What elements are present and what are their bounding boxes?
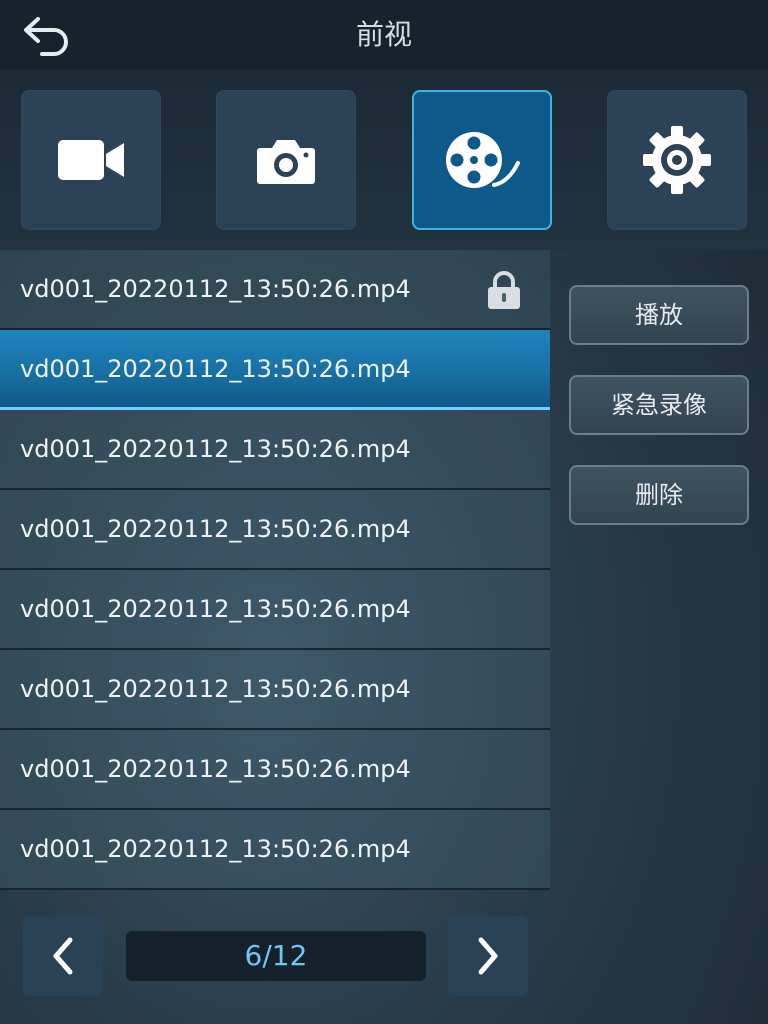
chevron-left-icon: [53, 937, 73, 975]
back-arrow-icon: [24, 17, 68, 56]
chevron-right-icon: [478, 937, 498, 975]
mode-playback-button[interactable]: [412, 90, 552, 230]
gear-icon: [643, 126, 711, 194]
pagination: 6/12: [0, 890, 768, 1024]
play-button[interactable]: 播放: [569, 285, 749, 345]
mode-bar: [0, 70, 768, 250]
action-panel: 播放 紧急录像 删除: [569, 285, 749, 555]
back-button[interactable]: [18, 12, 74, 58]
page-indicator: 6/12: [126, 931, 426, 981]
video-camera-icon: [58, 140, 124, 180]
file-row[interactable]: vd001_20220112_13:50:26.mp4: [0, 410, 550, 490]
next-page-button[interactable]: [448, 916, 528, 996]
file-name: vd001_20220112_13:50:26.mp4: [20, 515, 411, 543]
file-row[interactable]: vd001_20220112_13:50:26.mp4: [0, 490, 550, 570]
file-row[interactable]: vd001_20220112_13:50:26.mp4: [0, 650, 550, 730]
file-row-selected[interactable]: vd001_20220112_13:50:26.mp4: [0, 330, 550, 410]
film-reel-icon: [446, 132, 520, 188]
file-row[interactable]: vd001_20220112_13:50:26.mp4: [0, 810, 550, 890]
file-name: vd001_20220112_13:50:26.mp4: [20, 755, 411, 783]
file-name: vd001_20220112_13:50:26.mp4: [20, 595, 411, 623]
prev-page-button[interactable]: [23, 916, 103, 996]
file-row[interactable]: vd001_20220112_13:50:26.mp4: [0, 250, 550, 330]
emergency-record-button[interactable]: 紧急录像: [569, 375, 749, 435]
file-name: vd001_20220112_13:50:26.mp4: [20, 354, 411, 383]
file-name: vd001_20220112_13:50:26.mp4: [20, 835, 411, 863]
file-row[interactable]: vd001_20220112_13:50:26.mp4: [0, 570, 550, 650]
lock-icon: [488, 271, 520, 309]
delete-button[interactable]: 删除: [569, 465, 749, 525]
file-name: vd001_20220112_13:50:26.mp4: [20, 275, 411, 303]
mode-video-button[interactable]: [21, 90, 161, 230]
camera-icon: [257, 140, 315, 184]
file-row[interactable]: vd001_20220112_13:50:26.mp4: [0, 730, 550, 810]
mode-settings-button[interactable]: [607, 90, 747, 230]
page-title: 前视: [355, 18, 412, 51]
top-bar: 前视: [0, 0, 768, 70]
file-name: vd001_20220112_13:50:26.mp4: [20, 675, 411, 703]
mode-photo-button[interactable]: [216, 90, 356, 230]
file-name: vd001_20220112_13:50:26.mp4: [20, 435, 411, 463]
file-list: vd001_20220112_13:50:26.mp4 vd001_202201…: [0, 250, 550, 890]
